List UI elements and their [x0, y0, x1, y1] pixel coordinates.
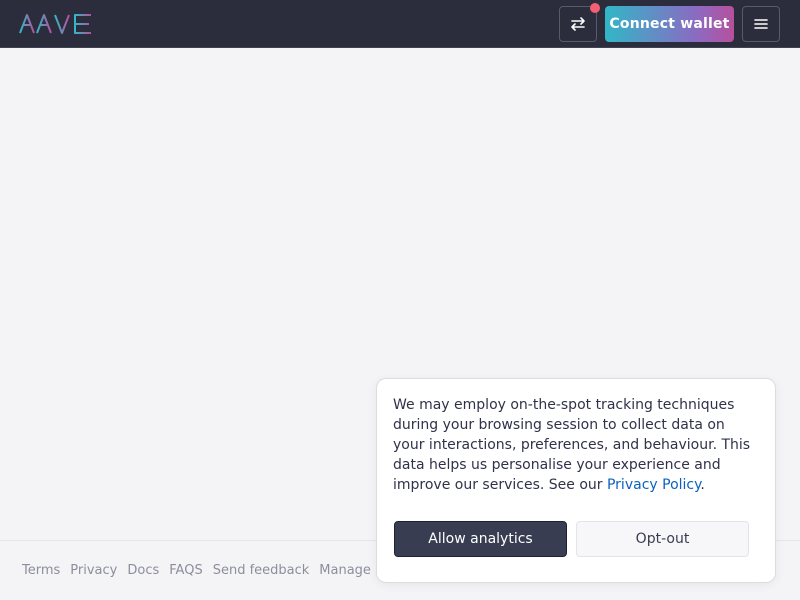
swap-arrows-icon: [571, 17, 585, 31]
opt-out-button[interactable]: Opt-out: [576, 521, 749, 557]
top-navigation-bar: Connect wallet: [0, 0, 800, 48]
privacy-policy-link[interactable]: Privacy Policy: [607, 477, 700, 493]
menu-button[interactable]: [742, 6, 780, 42]
hamburger-menu-icon: [754, 19, 768, 29]
cookie-consent-dialog: We may employ on-the-spot tracking techn…: [376, 378, 776, 583]
footer-link-terms[interactable]: Terms: [22, 563, 60, 578]
aave-logo[interactable]: [19, 12, 93, 36]
footer-link-faqs[interactable]: FAQS: [169, 563, 202, 578]
footer-link-docs[interactable]: Docs: [127, 563, 159, 578]
footer-link-send-feedback[interactable]: Send feedback: [213, 563, 310, 578]
footer-links: Terms Privacy Docs FAQS Send feedback Ma…: [22, 563, 391, 578]
cookie-consent-text: We may employ on-the-spot tracking techn…: [393, 395, 759, 495]
allow-analytics-button[interactable]: Allow analytics: [394, 521, 567, 557]
cookie-consent-period: .: [700, 477, 705, 493]
notification-dot: [590, 3, 600, 13]
connect-wallet-button[interactable]: Connect wallet: [605, 6, 734, 42]
footer-link-privacy[interactable]: Privacy: [70, 563, 117, 578]
